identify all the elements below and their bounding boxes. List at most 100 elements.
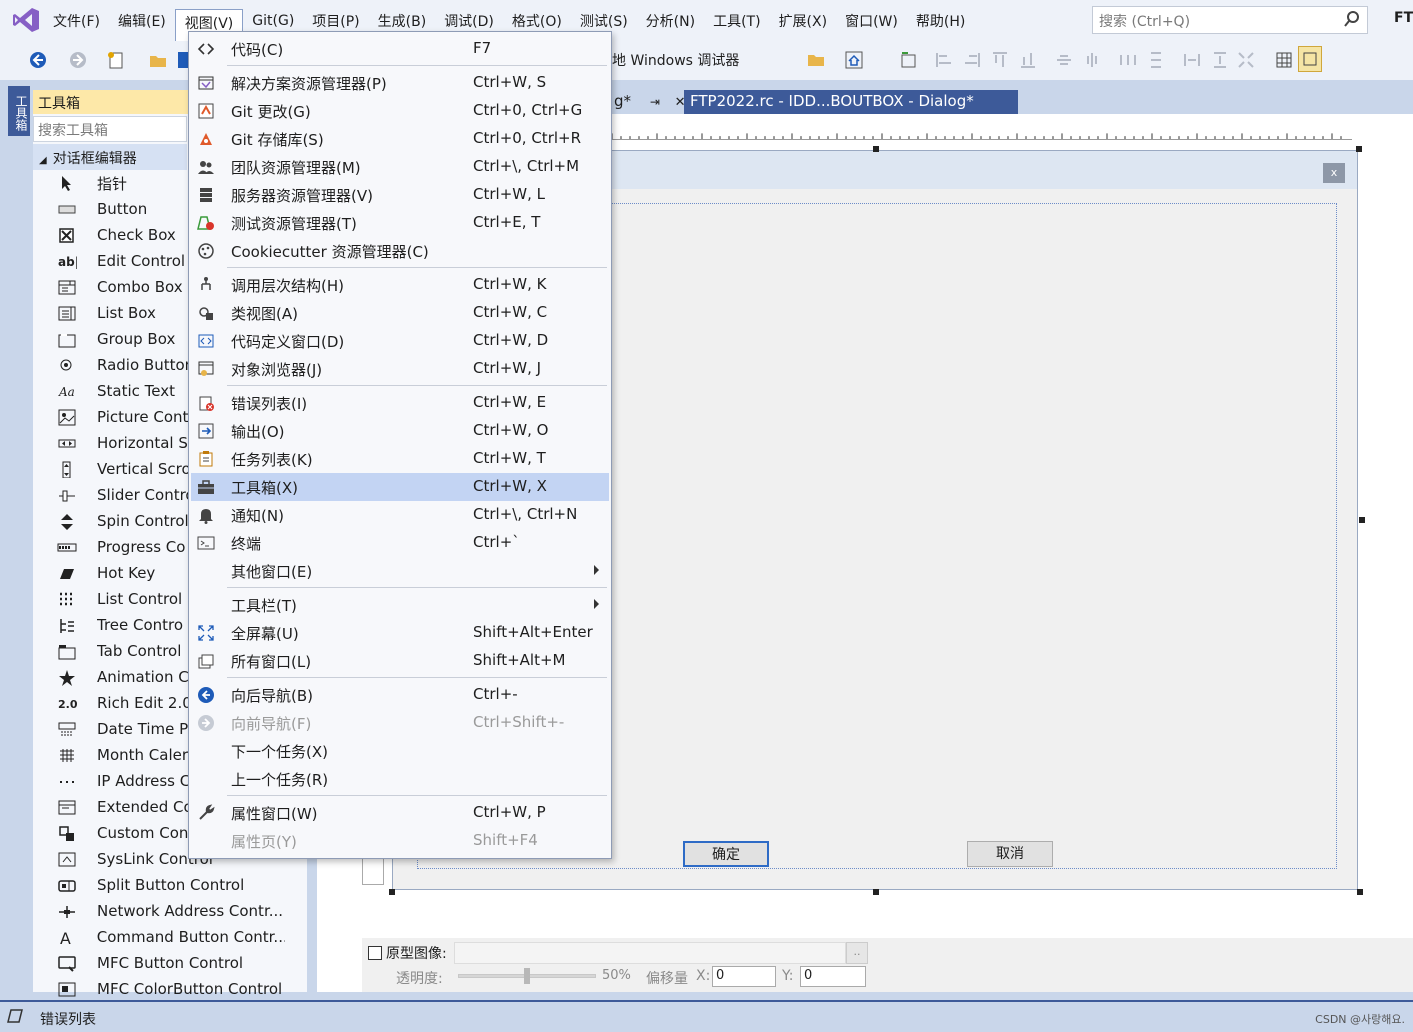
toolbox-item-icon: [58, 280, 76, 295]
pin-icon[interactable]: ⇥: [650, 95, 660, 109]
menu-item[interactable]: 工具(T): [704, 8, 769, 34]
test-dialog-icon[interactable]: [898, 50, 918, 70]
view-menu-item-label: 对象浏览器(J): [231, 361, 323, 379]
view-menu-item[interactable]: 终端 Ctrl+`: [191, 529, 609, 557]
toolbox-side-tab[interactable]: 工具箱: [8, 86, 30, 136]
opacity-slider[interactable]: [458, 968, 596, 984]
opacity-slider-thumb[interactable]: [524, 968, 530, 984]
view-menu-item[interactable]: 所有窗口(L) Shift+Alt+M: [191, 647, 609, 675]
cancel-button[interactable]: 取消: [967, 841, 1053, 867]
view-menu-item[interactable]: 服务器资源管理器(V) Ctrl+W, L: [191, 181, 609, 209]
navigate-back-icon[interactable]: [28, 50, 48, 70]
class-view-icon: [199, 307, 213, 320]
view-menu-item[interactable]: 代码(C) F7: [191, 35, 609, 63]
menu-item[interactable]: Git(G): [243, 10, 303, 32]
align-top-icon[interactable]: [990, 50, 1010, 70]
resize-handle-top[interactable]: [873, 146, 879, 152]
view-menu-item[interactable]: 错误列表(I) Ctrl+W, E: [191, 389, 609, 417]
menu-item[interactable]: 编辑(E): [109, 8, 175, 34]
dialog-close-button[interactable]: x: [1323, 163, 1345, 183]
view-menu-item[interactable]: 上一个任务(R): [191, 765, 609, 793]
grid-icon[interactable]: [1274, 50, 1294, 70]
make-same-height-icon[interactable]: [1210, 50, 1230, 70]
view-menu-item[interactable]: 通知(N) Ctrl+\, Ctrl+N: [191, 501, 609, 529]
make-same-size-icon[interactable]: [1236, 50, 1256, 70]
view-menu-item[interactable]: 类视图(A) Ctrl+W, C: [191, 299, 609, 327]
view-menu-item[interactable]: 解决方案资源管理器(P) Ctrl+W, S: [191, 69, 609, 97]
view-menu-item[interactable]: Git 更改(G) Ctrl+0, Ctrl+G: [191, 97, 609, 125]
make-same-width-icon[interactable]: [1182, 50, 1202, 70]
view-menu-item[interactable]: Cookiecutter 资源管理器(C): [191, 237, 609, 265]
browse-button[interactable]: ..: [846, 942, 868, 964]
bell-icon: [199, 509, 213, 524]
view-menu-item[interactable]: 全屏幕(U) Shift+Alt+Enter: [191, 619, 609, 647]
space-across-icon[interactable]: [1118, 50, 1138, 70]
task-list-icon: [199, 451, 213, 467]
tab-previous-document[interactable]: g* ⇥ ✕: [608, 90, 692, 114]
center-horizontal-icon[interactable]: [1082, 50, 1102, 70]
folder-search-icon[interactable]: [806, 50, 826, 70]
view-menu-item[interactable]: 属性窗口(W) Ctrl+W, P: [191, 799, 609, 827]
resize-handle-right[interactable]: [1359, 517, 1365, 523]
view-menu-item[interactable]: 团队资源管理器(M) Ctrl+\, Ctrl+M: [191, 153, 609, 181]
view-menu-item-shortcut: Ctrl+`: [473, 533, 520, 551]
view-menu-item-label: 上一个任务(R): [231, 771, 329, 789]
new-project-icon[interactable]: [106, 50, 126, 70]
resize-handle-bottom[interactable]: [873, 889, 879, 895]
space-down-icon[interactable]: [1146, 50, 1166, 70]
toolbox-item[interactable]: Split Button Control: [33, 872, 285, 898]
menu-item[interactable]: 文件(F): [44, 8, 109, 34]
menu-item[interactable]: 分析(N): [637, 8, 704, 34]
guides-icon[interactable]: [1298, 46, 1322, 72]
view-menu-item[interactable]: Git 存储库(S) Ctrl+0, Ctrl+R: [191, 125, 609, 153]
view-menu-item-label: 终端: [231, 535, 262, 553]
align-right-icon[interactable]: [962, 50, 982, 70]
svg-text:2.0: 2.0: [58, 698, 77, 711]
view-menu-item[interactable]: 工具栏(T): [191, 591, 609, 619]
center-vertical-icon[interactable]: [1054, 50, 1074, 70]
error-list-tab[interactable]: 错误列表: [40, 1009, 96, 1029]
resize-handle-top-right[interactable]: [1356, 146, 1362, 152]
toolbox-item[interactable]: A Command Button Contr...: [33, 924, 285, 950]
resize-handle-bottom-right[interactable]: [1357, 889, 1363, 895]
view-menu-item-shortcut: Ctrl+W, X: [473, 477, 547, 495]
navigate-back-icon: [198, 687, 214, 703]
menu-item[interactable]: 扩展(X): [770, 8, 837, 34]
home-icon[interactable]: [844, 50, 864, 70]
search-input[interactable]: 搜索 (Ctrl+Q): [1092, 6, 1368, 34]
view-menu-item[interactable]: 对象浏览器(J) Ctrl+W, J: [191, 355, 609, 383]
error-list-tab-icon[interactable]: [6, 1008, 24, 1024]
toolbox-item[interactable]: Network Address Contr...: [33, 898, 285, 924]
y-offset-stepper[interactable]: 0: [800, 966, 866, 987]
prototype-image-path-input[interactable]: [454, 942, 846, 964]
ok-button[interactable]: 确定: [683, 841, 769, 867]
menu-item[interactable]: 窗口(W): [836, 8, 907, 34]
align-bottom-icon[interactable]: [1018, 50, 1038, 70]
menu-item[interactable]: 帮助(H): [907, 8, 974, 34]
tab-active-document[interactable]: FTP2022.rc - IDD...BOUTBOX - Dialog*: [684, 90, 1018, 114]
resize-handle-bottom-left[interactable]: [389, 889, 395, 895]
view-menu-item[interactable]: 调用层次结构(H) Ctrl+W, K: [191, 271, 609, 299]
debugger-dropdown[interactable]: 地 Windows 调试器: [612, 50, 739, 70]
toolbox-item[interactable]: MFC Button Control: [33, 950, 285, 976]
toolbox-item-icon: [60, 619, 74, 633]
prototype-image-checkbox[interactable]: [368, 946, 382, 960]
view-menu-item[interactable]: 工具箱(X) Ctrl+W, X: [191, 473, 609, 501]
view-menu-item[interactable]: 测试资源管理器(T) Ctrl+E, T: [191, 209, 609, 237]
opacity-value: 50%: [602, 968, 631, 983]
view-menu-item[interactable]: 任务列表(K) Ctrl+W, T: [191, 445, 609, 473]
open-file-icon[interactable]: [148, 50, 168, 70]
view-menu-item-label: Cookiecutter 资源管理器(C): [231, 243, 429, 261]
toolbox-group-dialog-editor[interactable]: ◢ 对话框编辑器: [33, 144, 187, 170]
visual-studio-logo-icon[interactable]: [12, 6, 40, 34]
view-menu-item[interactable]: 向后导航(B) Ctrl+-: [191, 681, 609, 709]
align-left-icon[interactable]: [934, 50, 954, 70]
view-menu-item[interactable]: 下一个任务(X): [191, 737, 609, 765]
toolbox-search-input[interactable]: 搜索工具箱: [33, 116, 187, 142]
view-menu-item[interactable]: 其他窗口(E): [191, 557, 609, 585]
view-menu-item[interactable]: 代码定义窗口(D) Ctrl+W, D: [191, 327, 609, 355]
navigate-forward-icon[interactable]: [68, 50, 88, 70]
view-menu-item[interactable]: 输出(O) Ctrl+W, O: [191, 417, 609, 445]
x-offset-stepper[interactable]: 0: [712, 966, 776, 987]
toolbox-item[interactable]: MFC ColorButton Control: [33, 976, 285, 1002]
